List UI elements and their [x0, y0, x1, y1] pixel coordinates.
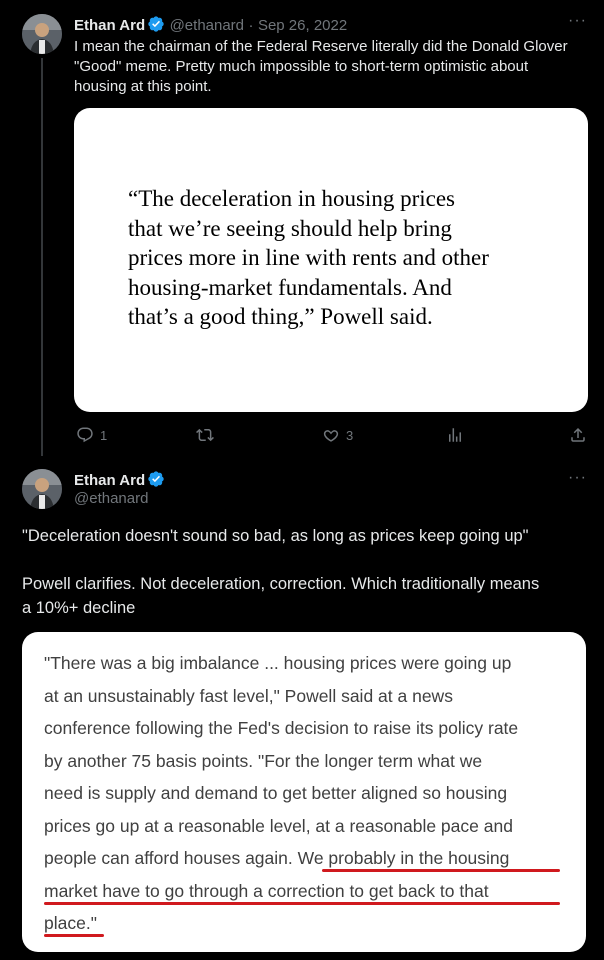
thread-line [41, 58, 43, 456]
tweet-text-paragraph: "Deceleration doesn't sound so bad, as l… [22, 527, 529, 545]
more-options-icon[interactable]: ··· [568, 12, 587, 30]
image-quote-line: by another 75 basis points. "For the lon… [44, 750, 483, 771]
tweet-date[interactable]: Sep 26, 2022 [258, 17, 347, 34]
image-quote-text: “The deceleration in housing prices that… [128, 184, 489, 332]
image-quote-line: need is supply and demand to get better … [44, 783, 508, 803]
red-underline [44, 934, 104, 937]
heart-icon [323, 430, 339, 442]
image-quote-line: that we’re seeing should help bring [128, 215, 452, 241]
tweet-header: Ethan Ard [74, 470, 165, 490]
share-button[interactable] [569, 426, 587, 444]
tweet-text-line: a 10%+ decline [22, 599, 136, 617]
tweet-text: I mean the chairman of the Federal Reser… [74, 37, 594, 97]
reply-icon [77, 427, 93, 443]
author-handle[interactable]: @ethanard [170, 17, 244, 34]
image-quote-line: housing-market fundamentals. And [128, 274, 452, 300]
avatar-image [22, 469, 62, 509]
views-button[interactable] [446, 426, 464, 444]
author-handle[interactable]: @ethanard [74, 490, 148, 507]
image-quote-text: "There was a big imbalance ... housing p… [44, 647, 518, 940]
image-quote-line: place." [44, 913, 97, 933]
image-quote-line: prices go up at a reasonable level, at a… [44, 815, 513, 836]
reply-button[interactable]: 1 [76, 426, 107, 444]
verified-badge-icon [148, 471, 164, 487]
reply-count: 1 [100, 427, 108, 443]
verified-badge-icon [148, 16, 164, 32]
tweet-image[interactable]: "There was a big imbalance ... housing p… [22, 632, 586, 952]
like-button[interactable]: 3 [322, 426, 353, 444]
avatar-image [22, 14, 62, 54]
views-chart-icon [449, 428, 461, 442]
image-quote-line: conference following the Fed's decision … [44, 718, 519, 738]
avatar[interactable] [22, 469, 62, 509]
red-underline [44, 902, 560, 905]
image-quote-line: “The deceleration in housing prices [128, 186, 455, 211]
share-icon [571, 427, 585, 442]
author-name[interactable]: Ethan Ard [74, 472, 145, 489]
tweet-text-line: "Good" meme. Pretty much impossible to s… [74, 58, 529, 75]
avatar[interactable] [22, 14, 62, 54]
tweet-text: "Deceleration doesn't sound so bad, as l… [22, 524, 597, 620]
tweet-image[interactable]: “The deceleration in housing prices that… [74, 108, 588, 412]
tweet-header: Ethan Ard @ethanard · Sep 26, 2022 [74, 15, 347, 35]
tweet-text-line: Powell clarifies. Not deceleration, corr… [22, 575, 540, 593]
retweet-button[interactable] [196, 426, 214, 444]
author-name[interactable]: Ethan Ard [74, 17, 145, 34]
red-underline [322, 869, 560, 872]
image-quote-line: "There was a big imbalance ... housing p… [44, 653, 512, 673]
like-count: 3 [346, 427, 354, 443]
tweet-text-line: housing at this point. [74, 78, 212, 95]
separator-dot: · [248, 17, 254, 34]
retweet-icon [196, 428, 214, 442]
image-quote-line: that’s a good thing,” Powell said. [128, 304, 433, 329]
image-quote-line: prices more in line with rents and other [128, 245, 489, 270]
more-options-icon[interactable]: ··· [568, 469, 587, 487]
tweet-text-line: I mean the chairman of the Federal Reser… [74, 38, 568, 55]
image-quote-line: at an unsustainably fast level," Powell … [44, 685, 453, 706]
